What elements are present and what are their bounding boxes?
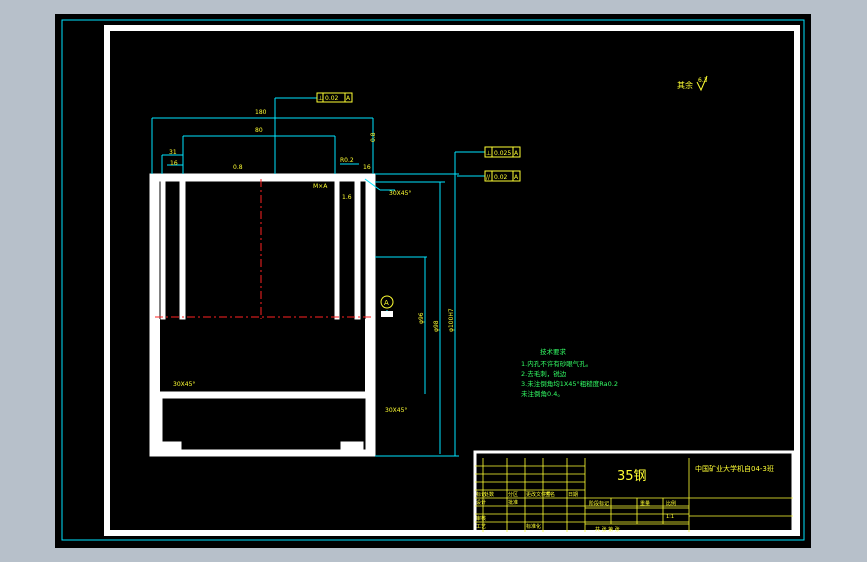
- title-block: 35钢 中国矿业大学机自04-3班 标记 处数 分区 更改文件号 签名 日期 设…: [473, 450, 795, 534]
- tb-stage-2: 比例: [666, 500, 676, 507]
- tb-design-4: 批准: [508, 499, 518, 506]
- datum-label: A: [384, 299, 389, 307]
- tb-stage-0: 阶段标记: [589, 500, 609, 507]
- chamfer-top: 30X45°: [389, 190, 411, 197]
- dim-overall-width: 180: [255, 109, 267, 116]
- left-inner-bar-2: [179, 180, 186, 320]
- tol-datum-3: A: [514, 174, 519, 181]
- top-flange: [152, 173, 376, 182]
- tol-symbol-3: //: [486, 174, 491, 181]
- thread-label: M×A: [313, 183, 328, 190]
- tb-design-3: 标准化: [526, 523, 541, 530]
- part-view: [149, 173, 376, 457]
- chamfer-bottom: 30X45°: [385, 407, 407, 414]
- tol-datum-1: A: [346, 95, 351, 102]
- title-org: 中国矿业大学机自04-3班: [695, 464, 774, 473]
- tol-value-1: 0.02: [325, 95, 339, 102]
- right-inner-bar-1: [354, 180, 361, 320]
- dim-left-wall-sub: 16: [170, 160, 178, 167]
- tb-scale: 1:1: [666, 514, 674, 520]
- tolerance-frames: [316, 92, 521, 182]
- dim-radius: R0.2: [340, 157, 354, 164]
- chamfer-side: 30X45°: [173, 381, 195, 388]
- dim-left-wall: 31: [169, 149, 177, 156]
- tb-design-1: 审核: [476, 515, 486, 522]
- tech-req-line-3: 3.未注倒角均1X45°粗糙度Ra0.2: [521, 379, 618, 388]
- surface-finish-label: 其余: [677, 80, 693, 90]
- dim-inner-width: 80: [255, 127, 263, 134]
- title-material: 35钢: [617, 469, 647, 484]
- tol-symbol-2: ⊥: [486, 150, 491, 157]
- tb-label-2: 分区: [508, 491, 518, 498]
- roughness-side: 1.6: [342, 194, 352, 201]
- tol-datum-2: A: [514, 150, 519, 157]
- tb-label-5: 日期: [568, 492, 578, 498]
- dim-right-wall: 16: [363, 164, 371, 171]
- left-inner-bar-1: [160, 180, 166, 320]
- dim-height-mid: φ96: [418, 312, 425, 324]
- tb-sheet: 共 张 第 张: [595, 526, 620, 533]
- cad-viewport[interactable]: ⊥ 0.02 A ⊥ 0.025 A // 0.02 A A 180 80 31…: [55, 14, 811, 548]
- roughness-right: 0.8: [370, 132, 377, 142]
- drawing-canvas: ⊥ 0.02 A ⊥ 0.025 A // 0.02 A A 180 80 31…: [61, 19, 805, 541]
- dimension-lines: [151, 97, 485, 457]
- tech-requirements: 技术要求 1.内孔不许有砂眼气孔。 2.去毛刺，锐边 3.未注倒角均1X45°粗…: [521, 347, 618, 398]
- tb-stage-1: 重量: [640, 500, 650, 507]
- dim-height-outer: φ100H7: [448, 308, 455, 332]
- tb-label-1: 处数: [484, 491, 494, 498]
- tech-req-title: 技术要求: [540, 347, 567, 356]
- tol-value-3: 0.02: [494, 174, 508, 181]
- inner-border: [104, 25, 800, 536]
- tech-req-line-2: 2.去毛刺，锐边: [521, 369, 567, 378]
- tb-design-0: 设计: [476, 499, 486, 506]
- tol-symbol-1: ⊥: [318, 95, 323, 102]
- dim-height-inner: φ98: [433, 320, 440, 332]
- outer-frame: [61, 19, 805, 541]
- tb-design-2: 工艺: [476, 524, 486, 530]
- tol-value-2: 0.025: [494, 150, 511, 157]
- roughness-top: 0.8: [233, 164, 243, 171]
- right-inner-bar-2: [334, 180, 340, 320]
- bottom-plate: [152, 391, 376, 399]
- tb-label-4: 签名: [545, 491, 555, 498]
- base-plate: [158, 449, 372, 457]
- datum-triangle: [381, 311, 393, 317]
- tech-req-line-4: 未注倒角0.4。: [521, 389, 564, 398]
- tech-req-line-1: 1.内孔不许有砂眼气孔。: [521, 359, 592, 368]
